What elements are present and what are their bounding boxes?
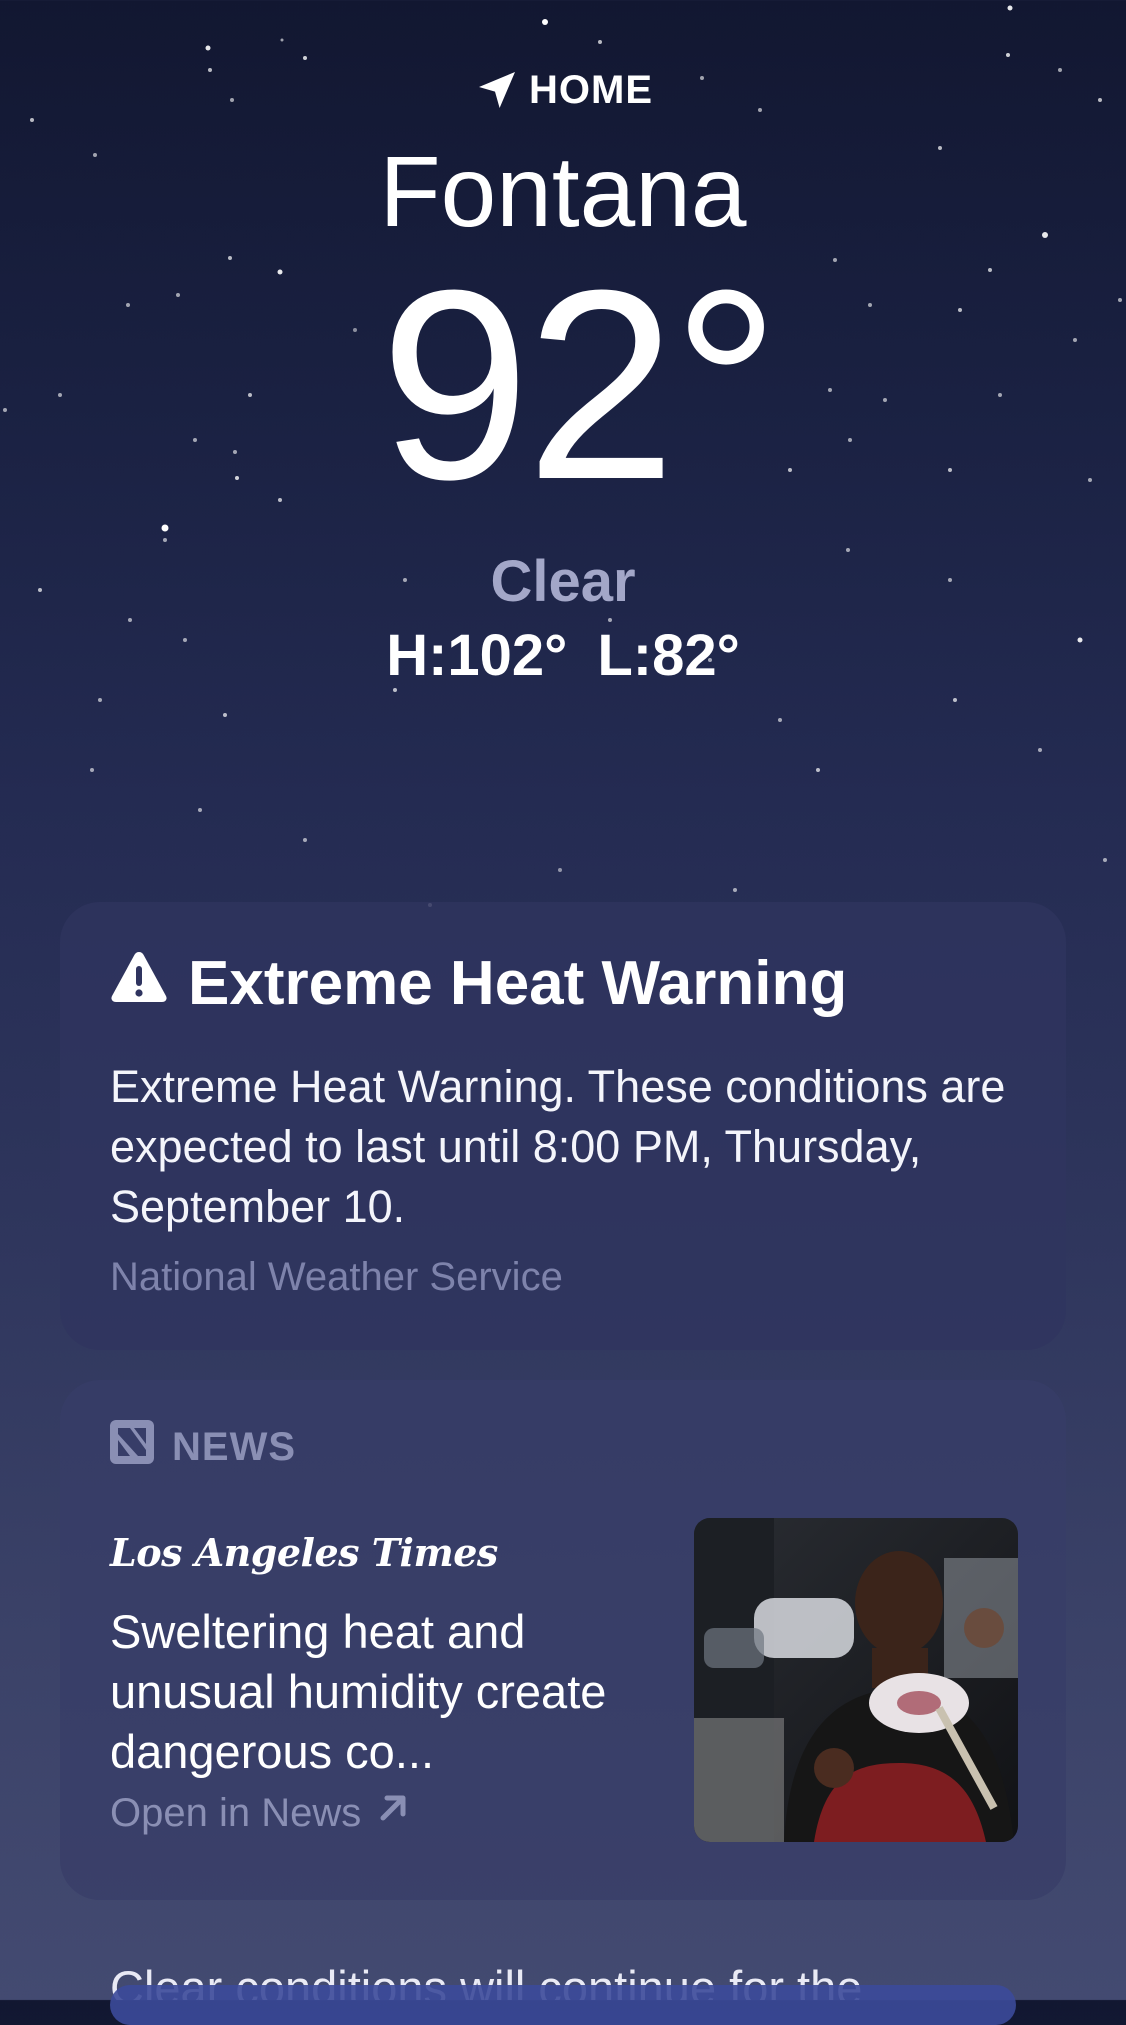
alert-title-row: Extreme Heat Warning <box>110 950 1016 1017</box>
high-low-temperatures: H:102° L:82° <box>0 622 1126 689</box>
arrow-up-right-icon <box>375 1790 411 1836</box>
weather-condition: Clear <box>490 549 636 614</box>
publisher-name: Los Angeles Times <box>110 1530 498 1575</box>
high-temperature: H:102° <box>386 623 568 688</box>
news-thumbnail-image[interactable] <box>694 1518 1018 1842</box>
news-headline[interactable]: Sweltering heat and unusual humidity cre… <box>110 1602 670 1782</box>
warning-triangle-icon <box>110 950 168 1017</box>
alert-description: Extreme Heat Warning. These conditions a… <box>110 1061 1006 1232</box>
news-card[interactable]: NEWS Los Angeles Times Sweltering heat a… <box>60 1380 1066 1900</box>
low-temperature: L:82° <box>597 623 740 688</box>
hourly-forecast-strip[interactable] <box>110 1985 1016 2025</box>
apple-news-icon <box>110 1420 154 1474</box>
location-arrow-icon <box>473 66 521 114</box>
city-name: Fontana <box>379 136 747 248</box>
alert-source: National Weather Service <box>110 1255 563 1299</box>
news-section-label: NEWS <box>110 1420 1016 1474</box>
current-location-label: HOME <box>0 66 1126 114</box>
news-label: NEWS <box>172 1424 296 1469</box>
severe-weather-alert-card[interactable]: Extreme Heat Warning Extreme Heat Warnin… <box>60 902 1066 1350</box>
open-in-news-link[interactable]: Open in News <box>110 1790 411 1836</box>
current-temperature: 92° <box>379 235 780 536</box>
home-label: HOME <box>529 67 653 112</box>
open-in-news-label: Open in News <box>110 1790 362 1835</box>
alert-title: Extreme Heat Warning <box>188 948 848 1018</box>
